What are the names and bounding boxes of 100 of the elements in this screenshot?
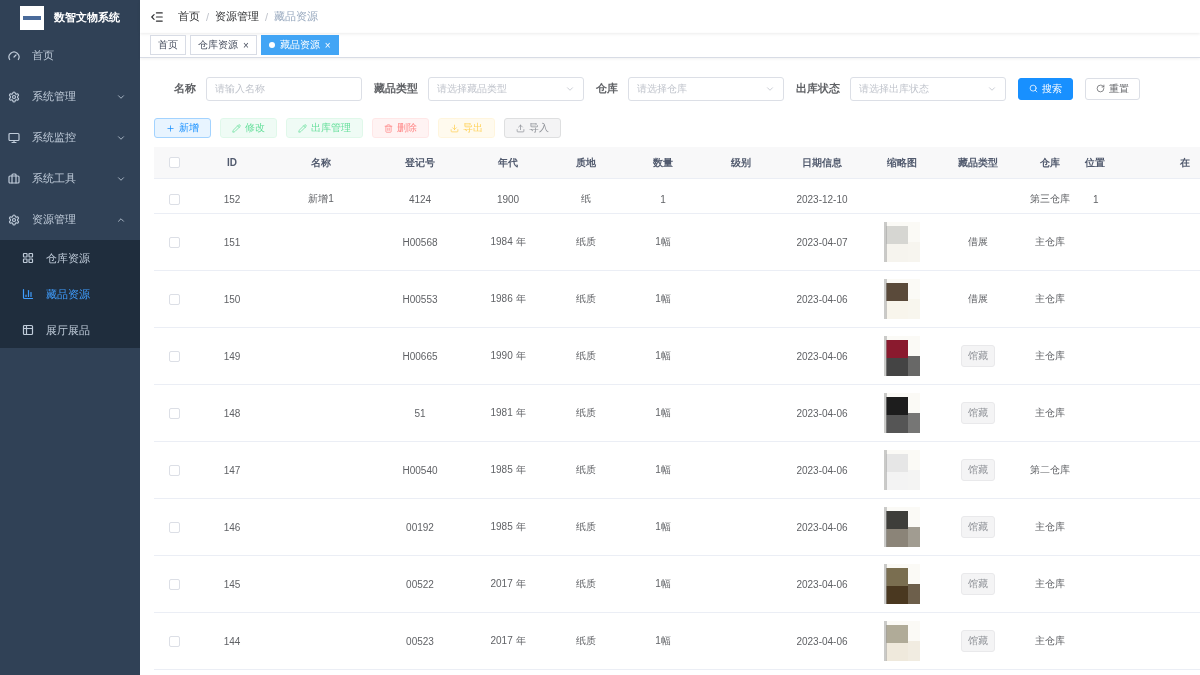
table-cell-text: 00523 [405, 635, 435, 647]
table-cell-text: 1幅 [654, 520, 672, 534]
app-title: 数智文物系统 [54, 10, 120, 25]
table-cell-text: 纸质 [575, 406, 597, 420]
breadcrumb-item: 藏品资源 [274, 9, 319, 24]
field-label: 出库状态 [796, 81, 840, 96]
table-cell-text: 146 [222, 521, 242, 533]
table-cell-text: 2023-04-06 [795, 578, 849, 590]
menu-item[interactable]: 系统工具 [0, 158, 140, 199]
table-cell-text: 1幅 [654, 577, 672, 591]
table-cell-text: 1幅 [654, 235, 672, 249]
toolbar-button[interactable]: 导入 [504, 118, 561, 138]
table-cell-text: 纸质 [575, 520, 597, 534]
table-cell-text: 纸质 [575, 349, 597, 363]
table-cell-text: 纸质 [575, 463, 597, 477]
table-cell-text: 1985 年 [489, 520, 527, 534]
type-tag: 馆藏 [960, 402, 995, 424]
table-cell-text: 1幅 [654, 406, 672, 420]
menu-icon[interactable] [150, 9, 164, 24]
table-cell-text: H00553 [401, 293, 439, 305]
column-header: 质地 [575, 155, 597, 170]
checkbox[interactable] [168, 407, 180, 419]
table-cell-text: 152 [222, 193, 242, 205]
table-cell-text: 主仓库 [1034, 292, 1066, 306]
menu-item[interactable]: 仓库资源 [0, 240, 140, 276]
checkbox[interactable] [168, 578, 180, 590]
checkbox[interactable] [168, 236, 180, 248]
table-cell-text: 纸质 [575, 577, 597, 591]
tab[interactable]: 仓库资源 × [190, 35, 257, 55]
reset-button[interactable]: 重置 [1085, 77, 1140, 100]
tab[interactable]: 首页 [150, 35, 186, 55]
search-icon [1029, 84, 1038, 93]
type-tag: 馆藏 [960, 516, 995, 538]
table-cell-text: 纸质 [575, 634, 597, 648]
type-tag: 馆藏 [960, 630, 995, 652]
table-cell: 新增1 [308, 192, 334, 206]
column-header: 年代 [497, 155, 519, 170]
table-cell-text: 2023-04-06 [795, 521, 849, 533]
checkbox[interactable] [168, 193, 180, 205]
checkbox[interactable] [168, 464, 180, 476]
table-cell-text: 2017 年 [489, 634, 527, 648]
table-cell-text: 2023-04-06 [795, 635, 849, 647]
table-cell-text: 148 [222, 407, 242, 419]
table-cell-text: 2023-12-10 [795, 193, 849, 205]
column-header: 缩略图 [886, 155, 918, 170]
menu-item[interactable]: 首页 [0, 35, 140, 76]
column-header: 藏品类型 [956, 155, 999, 170]
toolbar-button[interactable]: 新增 [154, 118, 211, 138]
refresh-icon [1096, 84, 1105, 93]
pencil-icon [298, 123, 307, 133]
table-cell-text: 1986 年 [489, 292, 527, 306]
type-tag: 馆藏 [960, 459, 995, 481]
table-cell-text: 145 [222, 578, 242, 590]
menu-item[interactable]: 系统监控 [0, 117, 140, 158]
checkbox[interactable] [168, 293, 180, 305]
menu-item[interactable]: 展厅展品 [0, 312, 140, 348]
table-cell-text: 00522 [405, 578, 435, 590]
table-cell-text: 2023-04-06 [795, 293, 849, 305]
menu-item[interactable]: 藏品资源 [0, 276, 140, 312]
table-cell-text: 1985 年 [489, 463, 527, 477]
download-icon [450, 123, 459, 133]
column-header: 位置 [1085, 155, 1106, 170]
breadcrumb-item[interactable]: 首页 [178, 9, 200, 24]
gauge-icon [8, 49, 20, 62]
column-header: ID [226, 157, 238, 168]
table-cell-text: 1幅 [654, 634, 672, 648]
table-cell-text: 149 [222, 350, 242, 362]
column-header: 在 [1180, 155, 1191, 170]
menu-item[interactable]: 资源管理 [0, 199, 140, 240]
checkbox[interactable] [168, 521, 180, 533]
table-cell-text: 144 [222, 635, 242, 647]
table-cell-text: 纸质 [575, 292, 597, 306]
plus-icon [166, 123, 175, 133]
table-cell-text: 2023-04-06 [795, 464, 849, 476]
tab[interactable]: 藏品资源 × [260, 35, 339, 55]
table-cell-text: 1981 年 [489, 406, 527, 420]
column-header: 数量 [652, 155, 674, 170]
checkbox[interactable] [168, 350, 180, 362]
table-cell-text: 00192 [405, 521, 435, 533]
close-icon[interactable]: × [243, 39, 249, 51]
grid-icon [22, 252, 34, 264]
table-cell: 借展 [967, 292, 988, 306]
breadcrumb-item[interactable]: 资源管理 [215, 9, 260, 24]
checkbox[interactable] [168, 157, 180, 168]
table-cell-text: 第二仓库 [1029, 463, 1071, 477]
table-cell-text: 主仓库 [1034, 349, 1066, 363]
pencil-icon [232, 123, 241, 133]
table-cell-text: 主仓库 [1034, 634, 1066, 648]
search-button[interactable]: 搜索 [1018, 77, 1073, 100]
menu-item[interactable]: 系统管理 [0, 76, 140, 117]
close-icon[interactable]: × [324, 39, 331, 51]
checkbox[interactable] [168, 635, 180, 647]
type-tag: 馆藏 [960, 573, 995, 595]
column-header: 日期信息 [801, 155, 843, 170]
bar-chart-icon [22, 288, 34, 300]
field-label: 藏品类型 [374, 81, 418, 96]
table-cell-text: 主仓库 [1034, 520, 1066, 534]
table-cell-text: 1 [1092, 193, 1099, 205]
type-tag: 馆藏 [960, 345, 995, 367]
table-cell-text: 1幅 [654, 463, 672, 477]
